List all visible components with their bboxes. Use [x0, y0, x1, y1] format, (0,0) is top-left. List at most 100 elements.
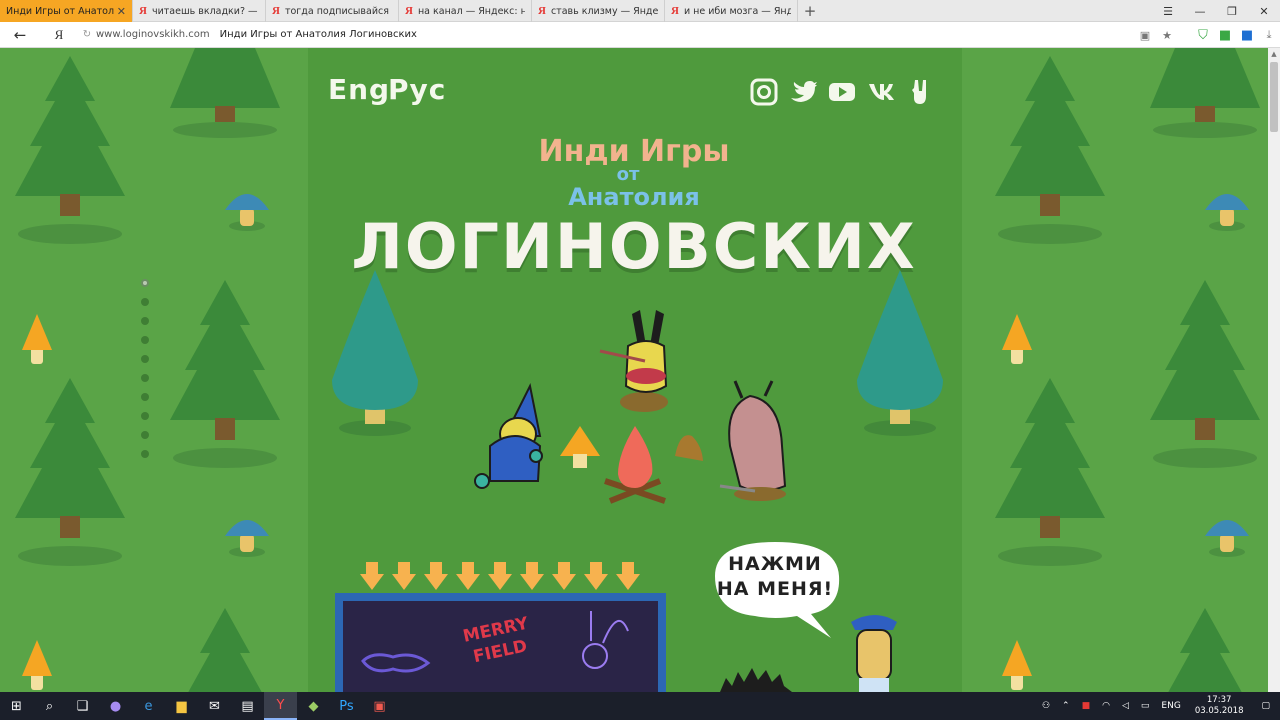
nav-dot[interactable] [141, 412, 149, 420]
tab-yandex-1[interactable]: Я читаешь вкладки? — Яндекс [133, 0, 266, 22]
twitter-icon[interactable] [789, 78, 817, 106]
nav-dot[interactable] [141, 374, 149, 382]
blue-mushroom-icon [1205, 520, 1249, 557]
mail-icon[interactable]: ✉ [198, 692, 231, 720]
title-line-ot: от [616, 164, 640, 185]
tab-yandex-3[interactable]: Я на канал — Яндекс: нашёлс [399, 0, 532, 22]
orange-mushroom-icon [1002, 314, 1032, 364]
store-icon[interactable]: ▤ [231, 692, 264, 720]
pine-tree-icon [1150, 280, 1260, 468]
menu-icon[interactable]: ☰ [1152, 0, 1184, 22]
reader-icon[interactable]: ▣ [1134, 29, 1156, 42]
tab-yandex-5[interactable]: Я и не иби мозга — Яндекс: н [665, 0, 798, 22]
back-arrow-icon[interactable]: ← [0, 26, 40, 44]
nav-dot[interactable] [141, 355, 149, 363]
tab-yandex-2[interactable]: Я тогда подписывайся — Янд [266, 0, 399, 22]
close-window-icon[interactable]: ✕ [1248, 0, 1280, 22]
extension-icon[interactable]: ■ [1236, 28, 1258, 43]
tab-label: Инди Игры от Анатолия [6, 5, 114, 17]
tab-label: читаешь вкладки? — Яндекс [151, 5, 259, 17]
clock-date: 03.05.2018 [1194, 706, 1244, 716]
vk-icon[interactable] [867, 78, 895, 106]
click-me-bubble[interactable]: НАЖМИ НА МЕНЯ! [705, 552, 845, 602]
yandex-icon: Я [139, 5, 147, 17]
tab-label: ставь клизму — Яндекс: на [550, 5, 658, 17]
nav-dot[interactable] [141, 279, 149, 287]
keyboard-lang[interactable]: ENG [1155, 701, 1186, 711]
yandex-browser-icon[interactable]: Y [264, 692, 297, 720]
nav-dot[interactable] [141, 336, 149, 344]
people-icon[interactable]: ⚇ [1036, 701, 1056, 711]
rock-hand-icon[interactable] [906, 78, 934, 106]
windows-taskbar: ⊞ ⌕ ❑ ● e ▆ ✉ ▤ Y ◆ Ps ▣ ⚇ ⌃ ■ ◠ ◁ ▭ ENG… [0, 692, 1280, 720]
search-icon[interactable]: ⌕ [33, 692, 66, 720]
protect-shield-icon[interactable]: ⛉ [1192, 28, 1214, 43]
minimize-icon[interactable]: — [1184, 0, 1216, 22]
teal-tree-icon [332, 270, 418, 436]
arrow-down-icon [584, 562, 608, 590]
yandex-icon: Я [671, 5, 679, 17]
clock-time: 17:37 [1206, 695, 1232, 705]
bookmark-star-icon[interactable]: ★ [1156, 29, 1178, 42]
windows-start-icon[interactable]: ⊞ [0, 692, 33, 720]
rabbit-character-icon [599, 310, 668, 412]
hedgehog-character-icon[interactable] [720, 666, 792, 692]
lang-eng-link[interactable]: Eng [328, 73, 390, 106]
game-preview-board[interactable]: MERRY FIELD [335, 593, 666, 692]
scroll-up-arrow-icon[interactable]: ▲ [1268, 48, 1280, 60]
notifications-icon[interactable]: ▢ [1251, 701, 1280, 711]
edge-browser-icon[interactable]: e [132, 692, 165, 720]
refresh-icon[interactable]: ↻ [78, 29, 96, 40]
photoshop-icon[interactable]: Ps [330, 692, 363, 720]
teal-tree-icon [857, 270, 943, 436]
chevron-up-icon[interactable]: ⌃ [1056, 701, 1076, 711]
page-scrollbar[interactable]: ▲ [1268, 48, 1280, 692]
tab-yandex-4[interactable]: Я ставь клизму — Яндекс: на [532, 0, 665, 22]
taskbar-clock[interactable]: 17:37 03.05.2018 [1187, 695, 1252, 717]
extension-icon[interactable]: ■ [1214, 28, 1236, 43]
bubble-line: НА МЕНЯ! [716, 578, 834, 600]
lang-rus-link[interactable]: Рус [388, 73, 446, 106]
app-icon[interactable]: ◆ [297, 692, 330, 720]
game-preview-image[interactable]: MERRY FIELD [343, 601, 658, 692]
policeman-character-icon[interactable] [845, 608, 905, 692]
volume-icon[interactable]: ◁ [1116, 701, 1135, 711]
campfire-scene-illustration[interactable] [460, 306, 810, 506]
file-explorer-icon[interactable]: ▆ [165, 692, 198, 720]
arrow-down-icon [616, 562, 640, 590]
restore-icon[interactable]: ❐ [1216, 0, 1248, 22]
task-view-icon[interactable]: ❑ [66, 692, 99, 720]
new-tab-button[interactable]: + [798, 0, 822, 21]
page-title-text[interactable]: Инди Игры от Анатолия Логиновских [220, 29, 417, 40]
yandex-icon: Я [272, 5, 280, 17]
app-icon[interactable]: ▣ [363, 692, 396, 720]
url-text[interactable]: www.loginovskikh.com [96, 29, 210, 40]
tab-label: на канал — Яндекс: нашёлс [417, 5, 525, 17]
close-icon[interactable]: ✕ [117, 5, 126, 18]
youtube-icon[interactable] [828, 78, 856, 106]
nav-dot[interactable] [141, 393, 149, 401]
title-line-loginovskikh: ЛОГИНОВСКИХ [351, 210, 917, 283]
arrow-down-icon [552, 562, 576, 590]
nav-dot[interactable] [141, 450, 149, 458]
arrow-down-icon [424, 562, 448, 590]
orange-mushroom-icon [1002, 640, 1032, 690]
tab-indie-games[interactable]: Инди Игры от Анатолия ✕ [0, 0, 133, 22]
nav-dot[interactable] [141, 298, 149, 306]
instagram-icon[interactable] [750, 78, 778, 106]
pine-tree-icon [995, 378, 1105, 566]
nav-dot[interactable] [141, 317, 149, 325]
download-icon[interactable]: ⤓ [1258, 28, 1280, 42]
tab-label: тогда подписывайся — Янд [284, 5, 392, 17]
nav-dot[interactable] [141, 431, 149, 439]
yandex-icon: Я [405, 5, 413, 17]
yandex-home-icon[interactable]: Я [40, 27, 78, 43]
address-bar-actions: ▣ ★ ⛉ ■ ■ ⤓ [1134, 22, 1280, 48]
wifi-icon[interactable]: ◠ [1096, 701, 1116, 711]
battery-icon[interactable]: ▭ [1135, 701, 1156, 711]
tray-app-icon[interactable]: ■ [1076, 701, 1097, 711]
pine-tree-icon [170, 280, 280, 468]
cortana-icon[interactable]: ● [99, 692, 132, 720]
scrollbar-thumb[interactable] [1270, 62, 1278, 132]
pine-tree-icon [15, 378, 125, 566]
